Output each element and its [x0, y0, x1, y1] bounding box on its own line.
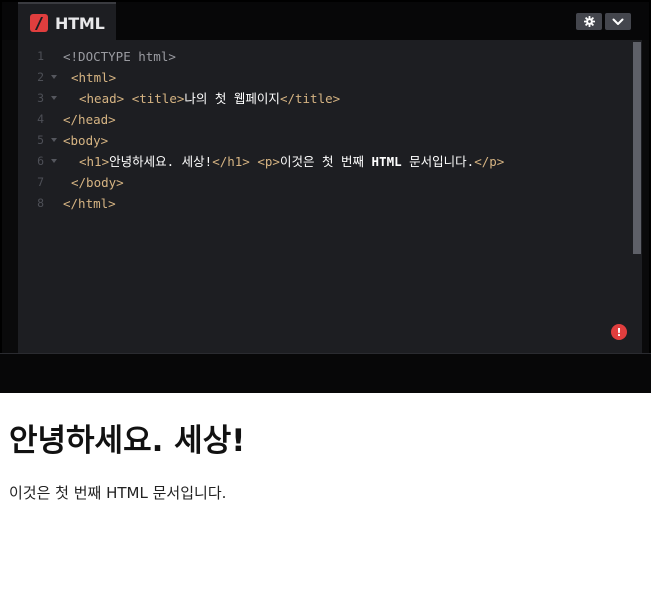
- preview-heading: 안녕하세요. 세상!: [9, 423, 246, 459]
- line-number: 4: [37, 112, 44, 126]
- line-number: 7: [37, 175, 44, 189]
- editor-scrollbar-thumb[interactable]: [633, 42, 641, 254]
- editor-settings-button[interactable]: [576, 13, 602, 30]
- code-line: </head>: [63, 112, 116, 127]
- code-line: <head> <title>나의 첫 웹페이지</title>: [79, 91, 341, 106]
- fold-toggle-icon[interactable]: [51, 159, 57, 163]
- fold-toggle-icon[interactable]: [51, 75, 57, 79]
- code-line: <!DOCTYPE html>: [63, 49, 176, 64]
- fold-toggle-icon[interactable]: [51, 138, 57, 142]
- editor-tab-bar: HTML: [2, 2, 649, 42]
- preview-paragraph: 이것은 첫 번째 HTML 문서입니다.: [9, 484, 227, 502]
- code-line: <h1>안녕하세요. 세상!</h1> <p>이것은 첫 번째 HTML 문서입…: [79, 154, 505, 169]
- code-line: <body>: [63, 133, 109, 148]
- code-editor[interactable]: 1 2 3 4 5 6 7 8 <!DOCTYPE html> <html> <…: [18, 40, 642, 353]
- code-editor-panel: HTML 1 2 3 4 5 6 7 8 <!DOCTYPE html> <ht…: [0, 0, 651, 353]
- editor-collapse-button[interactable]: [605, 13, 631, 30]
- line-number: 8: [37, 196, 44, 210]
- html-logo-icon: [30, 14, 48, 32]
- error-icon[interactable]: !: [611, 324, 627, 340]
- tab-html[interactable]: HTML: [18, 2, 116, 42]
- chevron-down-icon: [612, 18, 624, 25]
- fold-toggle-icon[interactable]: [51, 96, 57, 100]
- editor-resize-bar[interactable]: [0, 353, 651, 393]
- tab-html-label: HTML: [55, 13, 105, 33]
- code-line: <html>: [71, 70, 117, 85]
- line-number: 5: [37, 133, 44, 147]
- result-preview: 안녕하세요. 세상! 이것은 첫 번째 HTML 문서입니다.: [0, 393, 651, 604]
- gear-icon: [583, 16, 595, 27]
- line-number: 1: [37, 49, 44, 63]
- code-line: </html>: [63, 196, 116, 211]
- code-line: </body>: [71, 175, 124, 190]
- line-number: 2: [37, 70, 44, 84]
- line-number: 3: [37, 91, 44, 105]
- line-number-gutter: 1 2 3 4 5 6 7 8: [18, 40, 60, 353]
- line-number: 6: [37, 154, 44, 168]
